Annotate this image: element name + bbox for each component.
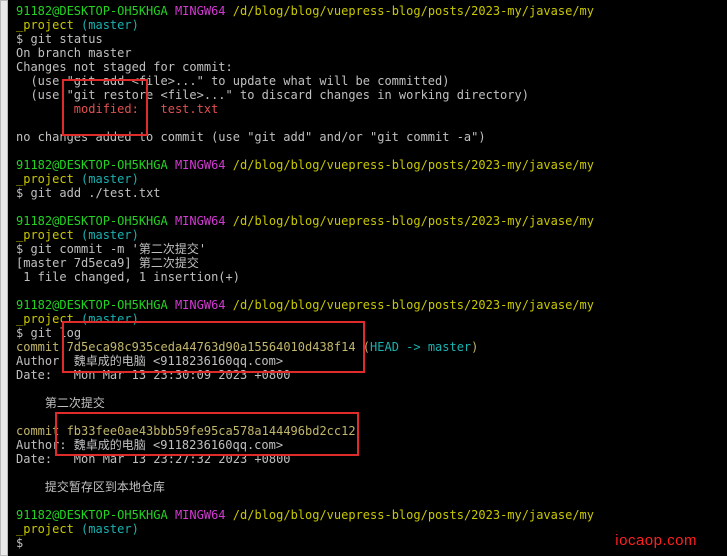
command-text: git commit -m '第二次提交' (30, 242, 207, 256)
prompt-line: 91182@DESKTOP-OH5KHGA MINGW64 /d/blog/bl… (16, 298, 594, 312)
prompt-line: 91182@DESKTOP-OH5KHGA MINGW64 /d/blog/bl… (16, 508, 594, 522)
prompt-line: 91182@DESKTOP-OH5KHGA MINGW64 /d/blog/bl… (16, 158, 594, 172)
watermark-text: iocaop.com (615, 532, 697, 549)
command-line: $ git commit -m '第二次提交' (16, 242, 207, 256)
prompt-line: 91182@DESKTOP-OH5KHGA MINGW64 /d/blog/bl… (16, 214, 594, 228)
cwd-path-cont: _project (16, 18, 74, 32)
command-line: $ git status (16, 32, 103, 46)
command-line: $ git add ./test.txt (16, 186, 161, 200)
git-branch: (master) (81, 18, 139, 32)
output-line: 1 file changed, 1 insertion(+) (16, 270, 240, 284)
annotation-box-commit2 (55, 412, 359, 456)
command-text: git status (30, 32, 103, 46)
prompt-line: 91182@DESKTOP-OH5KHGA MINGW64 /d/blog/bl… (16, 4, 727, 18)
user-host: 91182@DESKTOP-OH5KHGA (16, 4, 168, 18)
head-ref: HEAD -> master (370, 340, 472, 354)
scrollbar-thumb[interactable] (0, 0, 8, 556)
shell-name: MINGW64 (174, 4, 226, 18)
commit-message: 第二次提交 (16, 396, 105, 410)
command-text: git add ./test.txt (30, 186, 161, 200)
annotation-box-commit1 (62, 321, 365, 373)
cwd-path: /d/blog/blog/vuepress-blog/posts/2023-my… (232, 4, 594, 18)
modified-file: test.txt (138, 102, 219, 116)
annotation-box-modified (62, 79, 148, 136)
terminal-prompt: $ (16, 536, 24, 550)
output-line: [master 7d5eca9] 第二次提交 (16, 256, 199, 270)
output-line: On branch master (16, 46, 132, 60)
scrollbar[interactable] (0, 0, 8, 556)
terminal-window[interactable]: 91182@DESKTOP-OH5KHGA MINGW64 /d/blog/bl… (0, 0, 727, 556)
output-line: Changes not staged for commit: (16, 60, 233, 74)
commit-message: 提交暂存区到本地仓库 (16, 480, 165, 494)
